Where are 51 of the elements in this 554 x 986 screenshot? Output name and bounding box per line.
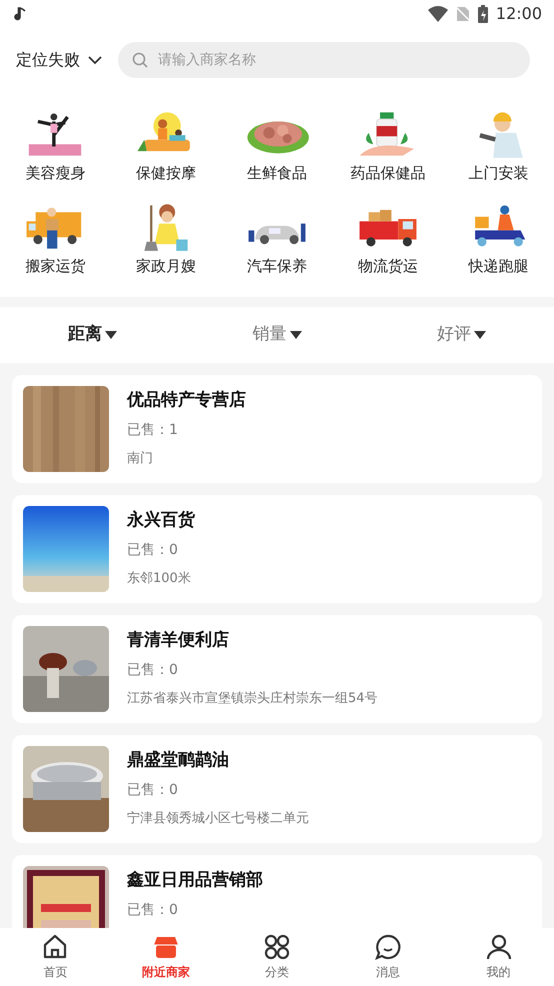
tab-bar-item[interactable]: 我的 [443, 928, 554, 986]
sold-count: 已售：0 [127, 780, 179, 800]
tab-bar-item[interactable]: 分类 [222, 928, 332, 986]
no-sim-icon [456, 6, 470, 22]
shop-name: 永兴百货 [127, 509, 195, 532]
tab-bar-item[interactable]: 附近商家 [110, 928, 222, 986]
search-icon [132, 52, 148, 68]
music-note-icon [14, 7, 26, 21]
shop-card[interactable]: 鼎盛堂鸸鹋油 已售：0 宁津县领秀城小区七号楼二单元 [12, 735, 542, 843]
sold-count: 已售：1 [127, 420, 179, 440]
sold-count: 已售：0 [127, 900, 179, 920]
shop-name: 鑫亚日用品营销部 [127, 869, 263, 892]
shop-address: 南门 [127, 450, 154, 468]
category-label[interactable]: 物流货运 [358, 254, 418, 277]
shop-card[interactable]: 鑫亚日用品营销部 已售：0 [12, 855, 542, 928]
sort-tab[interactable]: 好评 [369, 321, 554, 349]
wifi-icon [428, 6, 448, 22]
chat-bubble-icon [374, 933, 402, 961]
tab-bar-item[interactable]: 首页 [0, 928, 111, 986]
status-time: 12:00 [496, 3, 542, 25]
battery-icon [478, 5, 488, 23]
category-label[interactable]: 生鲜食品 [246, 162, 307, 184]
sort-tab[interactable]: 距离 [0, 321, 185, 349]
sort-tab[interactable]: 销量 [184, 321, 370, 349]
chevron-down-icon [88, 55, 102, 65]
dropdown-triangle-icon [104, 331, 117, 339]
category-label[interactable]: 家政月嫂 [136, 254, 196, 277]
category-label[interactable]: 保健按摩 [136, 162, 196, 184]
grid-icon [262, 933, 291, 961]
sold-count: 已售：0 [127, 540, 179, 560]
person-icon [484, 933, 513, 961]
shop-card[interactable]: 优品特产专营店 已售：1 南门 [12, 375, 542, 483]
category-label[interactable]: 快递跑腿 [468, 254, 529, 277]
shop-address: 江苏省泰兴市宣堡镇崇头庄村崇东一组54号 [127, 690, 378, 708]
shop-card[interactable]: 永兴百货 已售：0 东邻100米 [12, 495, 542, 603]
dropdown-triangle-icon [290, 331, 302, 339]
shop-name: 青清羊便利店 [127, 629, 230, 652]
tab-bar-item[interactable]: 消息 [332, 928, 444, 986]
location-selector[interactable]: 定位失败 [16, 48, 102, 72]
category-label[interactable]: 搬家运货 [25, 254, 86, 277]
sold-count: 已售：0 [127, 660, 179, 680]
category-label[interactable]: 上门安装 [468, 162, 529, 184]
shop-card[interactable]: 青清羊便利店 已售：0 江苏省泰兴市宣堡镇崇头庄村崇东一组54号 [12, 615, 542, 723]
dropdown-triangle-icon [474, 331, 486, 339]
category-label[interactable]: 美容瘦身 [25, 162, 86, 184]
shop-name: 鼎盛堂鸸鹋油 [127, 749, 230, 772]
shop-address: 东邻100米 [127, 570, 192, 588]
shop-address: 宁津县领秀城小区七号楼二单元 [127, 810, 309, 828]
shop-name: 优品特产专营店 [127, 389, 246, 412]
category-label[interactable]: 汽车保养 [246, 254, 307, 277]
category-label[interactable]: 药品保健品 [350, 162, 426, 184]
